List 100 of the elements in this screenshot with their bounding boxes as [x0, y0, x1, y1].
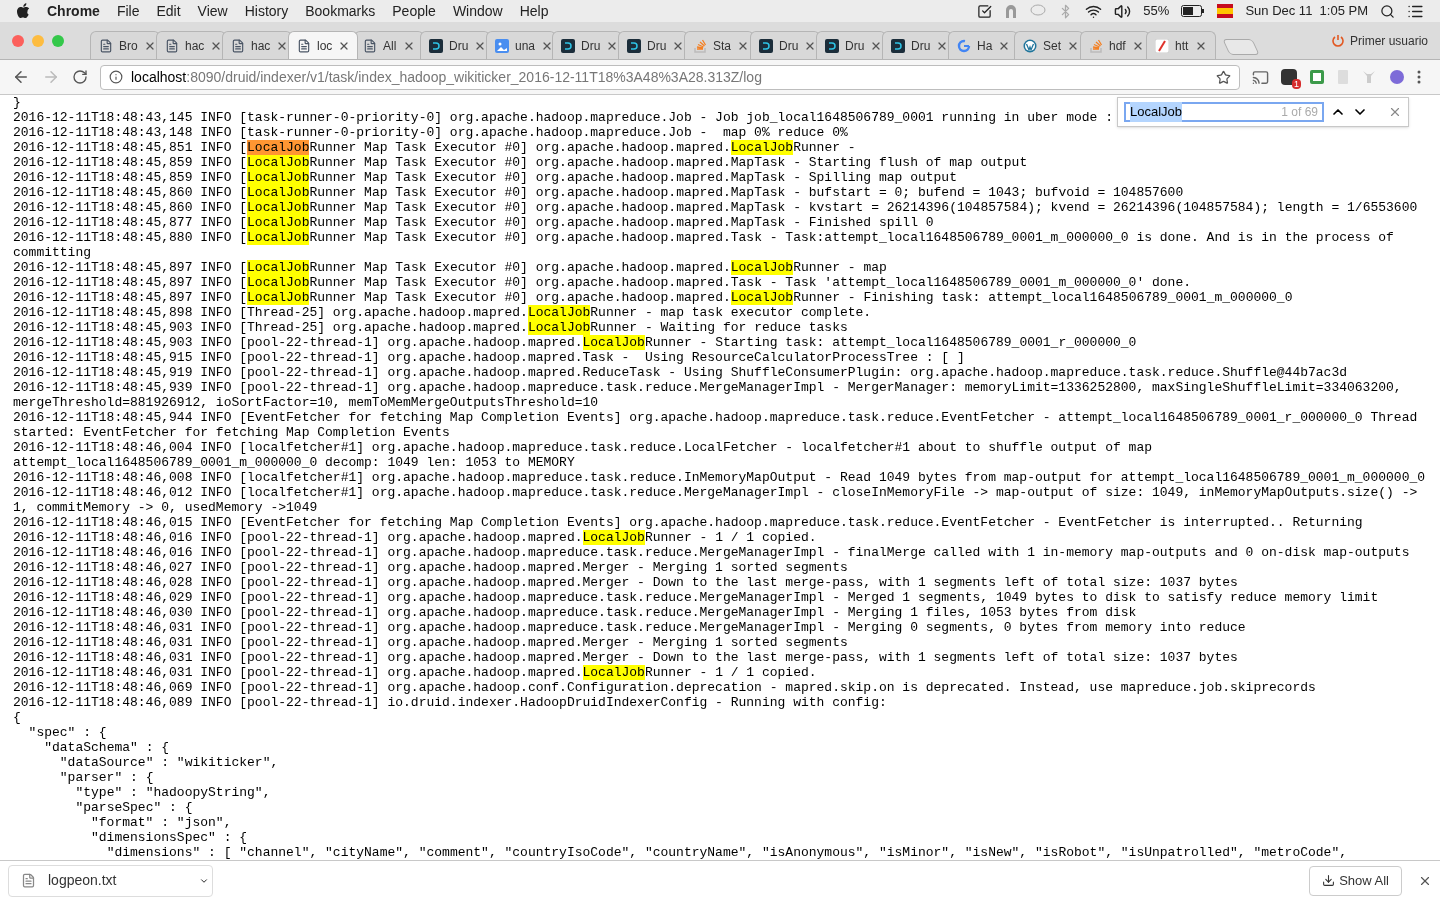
browser-tab[interactable]: hac: [222, 31, 292, 59]
apple-icon[interactable]: [16, 3, 30, 19]
tab-title: hdf: [1109, 37, 1126, 55]
menu-item[interactable]: Window: [452, 0, 503, 22]
druid-icon: [429, 38, 443, 53]
find-field[interactable]: LocalJob 1 of 69: [1124, 102, 1324, 122]
log-line: "dataSchema" : {: [43, 740, 170, 755]
log-line: 2016-12-11T18:48:45,859 INFO [LocalJobRunner Map Task Executor #0] org.apache.hadoop.mapred.MapTask - Spilling map output: [13, 170, 957, 185]
log-line: 2016-12-11T18:48:45,897 INFO [LocalJobRunner Map Task Executor #0] org.apache.hadoop.mapred.LocalJobRunner - map: [13, 260, 887, 275]
search-match: LocalJob: [730, 140, 794, 155]
clock[interactable]: Sun Dec 11 1:05 PM: [1245, 1, 1368, 21]
log-line: 2016-12-11T18:48:46,029 INFO [pool-22-thread-1] org.apache.hadoop.mapreduce.task.reduce.MergeManagerImpl - Merged 1 segments, 1049 bytes to disk to satisfy reduce memory limit: [13, 590, 1379, 605]
page-icon: [231, 38, 245, 53]
page-icon: [165, 38, 179, 53]
search-match: LocalJob: [582, 530, 645, 545]
druid-icon: [627, 38, 641, 53]
log-line: 2016-12-11T18:48:46,008 INFO [localfetcher#1] org.apache.hadoop.mapreduce.task.reduce.InMemoryMapOutput - Read 1049 bytes from map-output for attempt_local1648506789_0001_m_000000_0: [13, 470, 1426, 485]
tab-title: Dru: [911, 37, 931, 55]
log-line: 2016-12-11T18:48:45,851 INFO [LocalJobRunner Map Task Executor #0] org.apache.hadoop.mapred.LocalJobRunner -: [13, 140, 857, 155]
battery-icon[interactable]: [1181, 5, 1206, 17]
cast-icon[interactable]: [1252, 68, 1269, 86]
log-line: "type" : "hadoopyString",: [74, 785, 271, 800]
close-find-button[interactable]: [1388, 105, 1402, 119]
slash-icon: [1155, 38, 1169, 53]
extension-icon[interactable]: [1389, 69, 1405, 85]
browser-tab[interactable]: htt: [1146, 31, 1216, 59]
battery-percent: 55%: [1143, 2, 1170, 21]
flag-icon[interactable]: [1217, 3, 1234, 19]
more-icon[interactable]: [1417, 69, 1421, 85]
checkbox-icon[interactable]: [977, 3, 993, 19]
log-line: 2016-12-11T18:48:45,915 INFO [pool-22-thread-1] org.apache.hadoop.mapred.Task - Using ResourceCalculatorProcessTree : [ ]: [13, 350, 965, 365]
tab-title: Dru: [845, 37, 865, 55]
page-icon: [363, 38, 377, 53]
address-bar[interactable]: localhost:8090/druid/indexer/v1/task/index_hadoop_wikiticker_2016-12-11T18%3A48%3A28.313Z/log: [100, 64, 1240, 90]
log-line: 2016-12-11T18:48:43,148 INFO [task-runner-0-priority-0] org.apache.hadoop.mapreduce.Job - map 0% reduce 0%: [13, 125, 848, 140]
search-match: LocalJob: [247, 290, 310, 305]
extension-badge: 1: [1292, 79, 1301, 89]
druid-icon: [825, 38, 839, 53]
browser-tab[interactable]: Set: [1014, 31, 1084, 59]
browser-tab[interactable]: Dru: [816, 31, 886, 59]
find-value: LocalJob: [1130, 102, 1183, 122]
tab-title: Set: [1043, 37, 1061, 55]
app-menu[interactable]: Chrome: [47, 0, 100, 22]
tab-title: Bro: [119, 37, 138, 55]
tab-title: Dru: [449, 37, 469, 55]
browser-tab[interactable]: Dru: [882, 31, 952, 59]
page-icon: [99, 38, 113, 53]
menu-item[interactable]: History: [244, 0, 289, 22]
page-icon: [297, 38, 311, 53]
info-icon: [109, 70, 123, 84]
druid-icon: [891, 38, 905, 53]
show-all-button[interactable]: Show All: [1309, 865, 1402, 896]
search-match: LocalJob: [247, 230, 310, 245]
tab-title: All: [383, 37, 397, 55]
search-match: LocalJob: [527, 320, 591, 335]
log-line: "spec" : {: [27, 725, 107, 740]
search-icon[interactable]: [1380, 3, 1395, 19]
star-icon[interactable]: [1216, 69, 1231, 85]
menu-item[interactable]: File: [116, 0, 140, 22]
browser-tab[interactable]: Sta: [684, 31, 754, 59]
tab-title: htt: [1175, 37, 1189, 55]
log-line: "parseSpec" : {: [74, 800, 193, 815]
search-match: LocalJob: [582, 335, 645, 350]
stack-icon: [693, 38, 707, 53]
menu-item[interactable]: People: [392, 0, 436, 22]
back-button[interactable]: [12, 68, 30, 86]
volume-icon[interactable]: [1114, 2, 1132, 20]
log-line: 2016-12-11T18:48:45,897 INFO [LocalJobRunner Map Task Executor #0] org.apache.hadoop.mapred.Task - Task 'attempt_local1648506789_0001_m_000000_0' done.: [13, 275, 1191, 290]
log-line: 2016-12-11T18:48:45,859 INFO [LocalJobRunner Map Task Executor #0] org.apache.hadoop.mapred.MapTask - Starting flush of map output: [13, 155, 1028, 170]
search-match: LocalJob: [247, 170, 310, 185]
profile-icon[interactable]: [1331, 34, 1344, 47]
log-line: 2016-12-11T18:48:46,031 INFO [pool-22-thread-1] org.apache.hadoop.mapred.Merger - Down to the last merge-pass, with 1 segments left of total size: 1037 bytes: [13, 650, 1238, 665]
tab-title: Sta: [713, 37, 731, 55]
wordpress-icon: [1023, 38, 1037, 53]
download-item[interactable]: logpeon.txt: [8, 864, 213, 897]
google-icon: [957, 38, 971, 53]
browser-tab[interactable]: Dru: [618, 31, 688, 59]
tab-title: una: [515, 37, 536, 55]
extension-icon[interactable]: [1309, 69, 1325, 85]
tab-title: Dru: [581, 37, 601, 55]
menu-item[interactable]: Help: [519, 0, 549, 22]
search-match: LocalJob: [247, 260, 310, 275]
menu-item[interactable]: View: [197, 0, 228, 22]
browser-tab[interactable]: loc: [288, 31, 358, 59]
log-line: 2016-12-11T18:48:45,903 INFO [pool-22-thread-1] org.apache.hadoop.mapred.LocalJobRunner - Starting task: attempt_local1648506789_0001_r_000000_0: [13, 335, 1137, 350]
search-match: LocalJob: [730, 290, 794, 305]
log-line: "dimensions" : [ "channel", "cityName", "comment", "countryIsoCode", "countryName", "isAnonymous", "isMinor", "isNew", "isRobot", "isUnpatrolled", "metroCode",: [105, 845, 1348, 860]
file-icon: [21, 873, 36, 888]
tab-title: Ha: [977, 37, 993, 55]
menu-item[interactable]: Edit: [156, 0, 181, 22]
stack-icon: [1089, 38, 1103, 53]
log-line: 2016-12-11T18:48:46,031 INFO [pool-22-thread-1] org.apache.hadoop.mapred.Merger - Merging 1 sorted segments: [13, 635, 848, 650]
menu-item[interactable]: Bookmarks: [305, 0, 376, 22]
log-line: "dataSource" : "wikiticker",: [58, 755, 279, 770]
tab-title: Dru: [779, 37, 799, 55]
log-line: 2016-12-11T18:48:46,069 INFO [pool-22-thread-1] org.apache.hadoop.conf.Configuration.deprecation - mapred.skip.on is deprecated. Instead, use mapreduce.job.skiprecords: [13, 680, 1316, 695]
match-count: 1 of 69: [1281, 104, 1318, 121]
profile-name[interactable]: Primer usuario: [1349, 31, 1428, 50]
log-line: 2016-12-11T18:48:46,004 INFO [localfetcher#1] org.apache.hadoop.mapreduce.task.reduce.LocalFetcher - localfetcher#1 about to shuffle output of map attempt_local1648506789_0001_m_000000_0 decomp: 1049 len: 1053 to MEMORY: [13, 440, 1153, 470]
reload-button[interactable]: [72, 69, 88, 85]
